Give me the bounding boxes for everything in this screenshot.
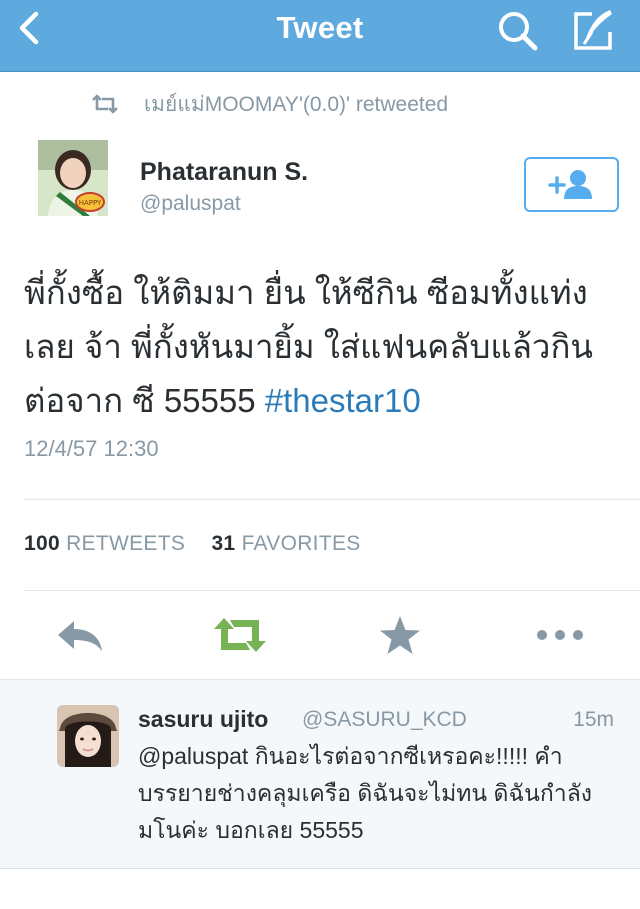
retweets-label: RETWEETS [66,532,186,555]
favorites-count: 31 [211,532,236,555]
reply-tweet[interactable]: sasuru ujito @SASURU_KCD 15m @paluspat ก… [0,679,640,869]
more-icon [537,630,583,640]
divider [24,499,640,500]
reply-text: @paluspat กินอะไรต่อจากซีเหรอคะ!!!!! คำบ… [138,743,593,843]
hashtag-link[interactable]: #thestar10 [265,382,421,419]
reply-timestamp: 15m [573,708,614,731]
reply-button[interactable] [50,605,110,665]
star-icon [380,616,420,654]
navbar: Tweet [0,0,640,72]
retweets-stat[interactable]: 100 RETWEETS [24,532,185,555]
retweet-context[interactable]: เมย์แม่MOOMAY'(0.0)' retweeted [90,90,448,118]
follow-icon [548,170,592,199]
tweet-text: พี่กั้งซื้อ ให้ติมมา ยื่น ให้ซีกิน ซีอมท… [24,266,624,428]
reply-icon [58,621,102,651]
search-button[interactable] [495,8,541,54]
compose-icon [574,10,612,50]
retweet-icon [92,94,118,114]
divider [24,590,640,591]
favorites-label: FAVORITES [241,532,361,555]
compose-button[interactable] [570,8,616,54]
retweets-count: 100 [24,532,60,555]
reply-avatar[interactable] [57,705,119,767]
favorites-stat[interactable]: 31 FAVORITES [211,532,360,555]
tweet-stats: 100 RETWEETS 31 FAVORITES [24,532,361,556]
reply-author-handle[interactable]: @SASURU_KCD [302,708,467,732]
reply-author-name[interactable]: sasuru ujito [138,706,268,733]
author-name[interactable]: Phataranun S. [140,158,308,187]
bottom-strip [0,869,640,909]
author-avatar[interactable]: HAPPY [38,140,108,216]
action-bar [0,605,640,665]
favorite-button[interactable] [370,605,430,665]
svg-text:HAPPY: HAPPY [79,199,102,207]
follow-button[interactable] [524,157,619,212]
tweet-timestamp: 12/4/57 12:30 [24,436,159,461]
retweet-context-text: เมย์แม่MOOMAY'(0.0)' retweeted [144,92,449,116]
search-icon [499,12,538,51]
page-title: Tweet [276,10,364,45]
author-handle[interactable]: @paluspat [140,192,241,216]
retweet-icon [214,618,266,652]
retweet-button[interactable] [210,605,270,665]
more-button[interactable] [530,605,590,665]
